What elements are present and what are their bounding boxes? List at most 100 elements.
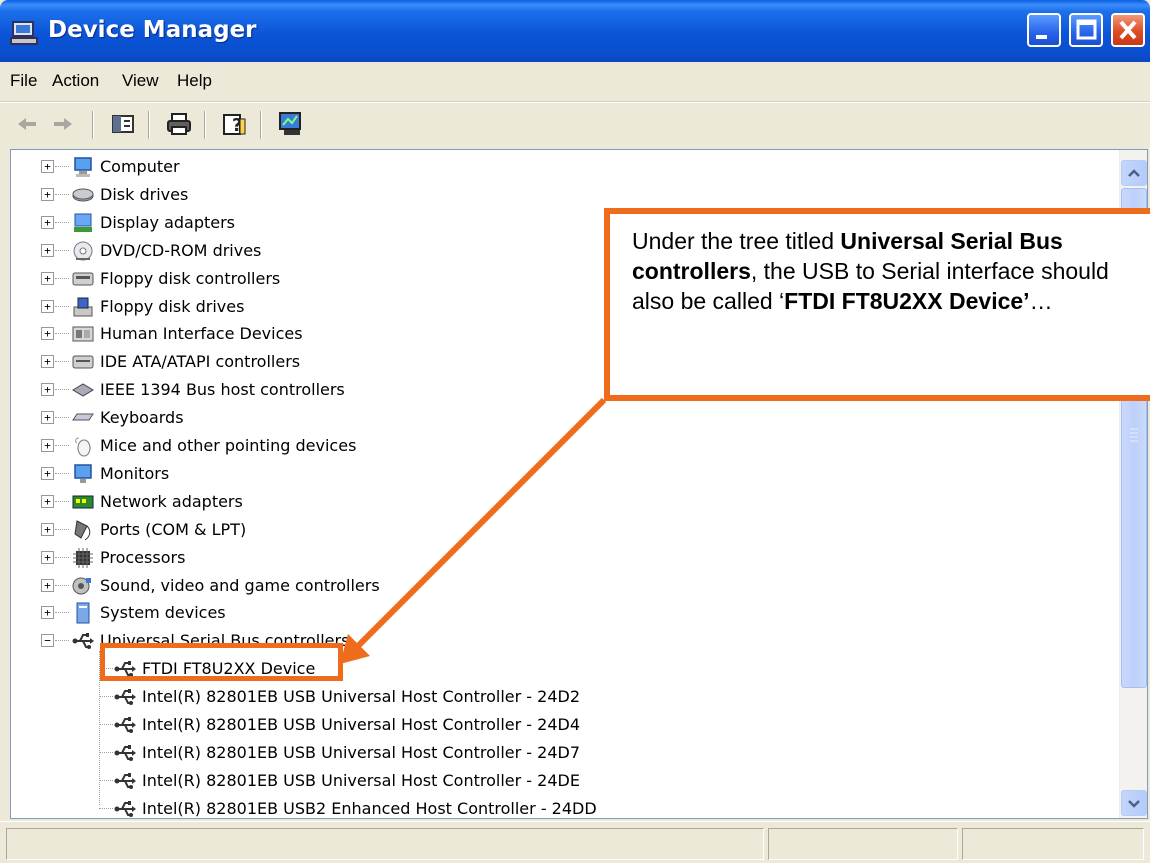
tree-category-label[interactable]: Human Interface Devices [100,324,303,343]
expand-toggle-icon[interactable]: + [41,466,54,480]
scroll-up-button[interactable] [1121,160,1147,186]
usb-device-label[interactable]: Intel(R) 82801EB USB Universal Host Cont… [142,743,580,762]
annotation-callout: Under the tree titled Universal Serial B… [604,208,1150,401]
forward-arrow-icon[interactable] [50,111,76,137]
mouse-icon [75,437,91,457]
usb-device-label[interactable]: Intel(R) 82801EB USB2 Enhanced Host Cont… [142,799,597,818]
scan-hardware-icon[interactable] [278,111,304,137]
chevron-up-icon [1128,169,1140,177]
keyboard-icon [72,413,94,421]
tree-category-label[interactable]: Network adapters [100,492,243,511]
tree-connector [55,277,69,279]
expand-toggle-icon[interactable]: + [41,355,54,369]
toolbar-separator [260,111,262,139]
tree-connector [55,249,69,251]
tree-category-label[interactable]: Display adapters [100,213,235,232]
tree-category-label[interactable]: Mice and other pointing devices [100,436,356,455]
expand-toggle-icon[interactable]: + [41,411,54,425]
computer-icon [74,157,92,177]
tree-connector [99,724,113,725]
usb-device-label[interactable]: Intel(R) 82801EB USB Universal Host Cont… [142,687,580,706]
tree-connector [55,500,69,502]
menu-file[interactable]: File [10,71,37,91]
floppy-controller-icon [72,272,94,286]
callout-text: … [1029,288,1053,314]
expand-toggle-icon[interactable]: + [41,327,54,341]
tree-category-label[interactable]: Monitors [100,464,169,483]
expand-toggle-icon[interactable]: + [41,522,54,536]
close-icon [1119,20,1137,40]
usb-icon [72,633,94,650]
back-arrow-icon[interactable] [14,111,40,137]
tree-connector [55,584,69,586]
tree-category-label[interactable]: DVD/CD-ROM drives [100,241,261,260]
port-icon [74,519,91,541]
maximize-icon [1076,19,1097,40]
tree-connector [55,472,69,474]
usb-icon [114,717,136,733]
toolbar: ? [0,102,1150,147]
tree-connector [55,221,69,223]
tree-category-label[interactable]: Sound, video and game controllers [100,576,380,595]
tree-category-label[interactable]: System devices [100,603,226,622]
expand-toggle-icon[interactable]: + [41,299,54,313]
expand-toggle-icon[interactable]: + [41,439,54,452]
tree-category-label[interactable]: Computer [100,157,180,176]
close-button[interactable] [1111,13,1145,47]
status-pane [768,828,958,860]
scroll-down-button[interactable] [1121,790,1147,816]
expand-toggle-icon[interactable]: + [41,606,54,620]
tree-connector [55,389,69,391]
device-manager-icon [10,21,38,45]
expand-toggle-icon[interactable]: + [41,550,54,564]
network-adapter-icon [72,495,94,509]
disk-drive-icon [72,188,94,202]
usb-device-label[interactable]: Intel(R) 82801EB USB Universal Host Cont… [142,715,580,734]
expand-toggle-icon[interactable]: + [41,215,54,229]
tree-connector [99,807,113,809]
expand-toggle-icon[interactable]: + [41,271,54,285]
processor-icon [73,547,93,568]
tree-category-label[interactable]: Disk drives [100,185,188,204]
monitor-icon [74,464,92,483]
expand-toggle-icon[interactable]: + [41,383,54,397]
tree-category-label[interactable]: Floppy disk controllers [100,269,280,288]
callout-text: Under the tree titled [632,228,841,254]
tree-connector [55,528,69,530]
tree-category-label[interactable]: Ports (COM & LPT) [100,520,246,539]
tree-category-label[interactable]: Keyboards [100,408,184,427]
tree-connector [55,193,69,195]
menu-view[interactable]: View [122,71,159,91]
print-icon[interactable] [166,111,192,137]
tree-connector [99,751,113,753]
expand-toggle-icon[interactable]: + [41,494,54,508]
usb-icon [114,744,136,761]
maximize-button[interactable] [1069,13,1103,47]
menu-help[interactable]: Help [177,71,212,91]
properties-icon[interactable] [110,111,136,137]
tree-category-label[interactable]: IDE ATA/ATAPI controllers [100,352,300,371]
tree-connector [55,166,69,167]
toolbar-separator [92,111,94,139]
usb-icon [114,689,136,706]
minimize-button[interactable] [1027,13,1061,47]
expand-toggle-icon[interactable]: + [41,578,54,592]
expand-toggle-icon[interactable]: + [41,187,54,201]
expand-toggle-icon[interactable]: + [41,160,54,173]
display-adapter-icon [74,213,92,232]
expand-toggle-icon[interactable]: + [41,243,54,257]
status-pane [962,828,1144,860]
collapse-toggle-icon[interactable]: − [41,634,54,648]
tree-category-label[interactable]: Floppy disk drives [100,297,244,316]
tree-connector [99,696,113,698]
tree-connector [55,361,69,363]
menu-action[interactable]: Action [52,71,99,91]
tree-category-label[interactable]: Processors [100,548,185,567]
tree-category-label[interactable]: IEEE 1394 Bus host controllers [100,380,345,399]
title-bar[interactable]: Device Manager [0,0,1150,62]
ide-controller-icon [72,355,94,369]
usb-device-label[interactable]: Intel(R) 82801EB USB Universal Host Cont… [142,771,580,790]
help-icon[interactable]: ? [222,111,248,137]
usb-icon [114,800,136,817]
window-title: Device Manager [48,17,257,43]
